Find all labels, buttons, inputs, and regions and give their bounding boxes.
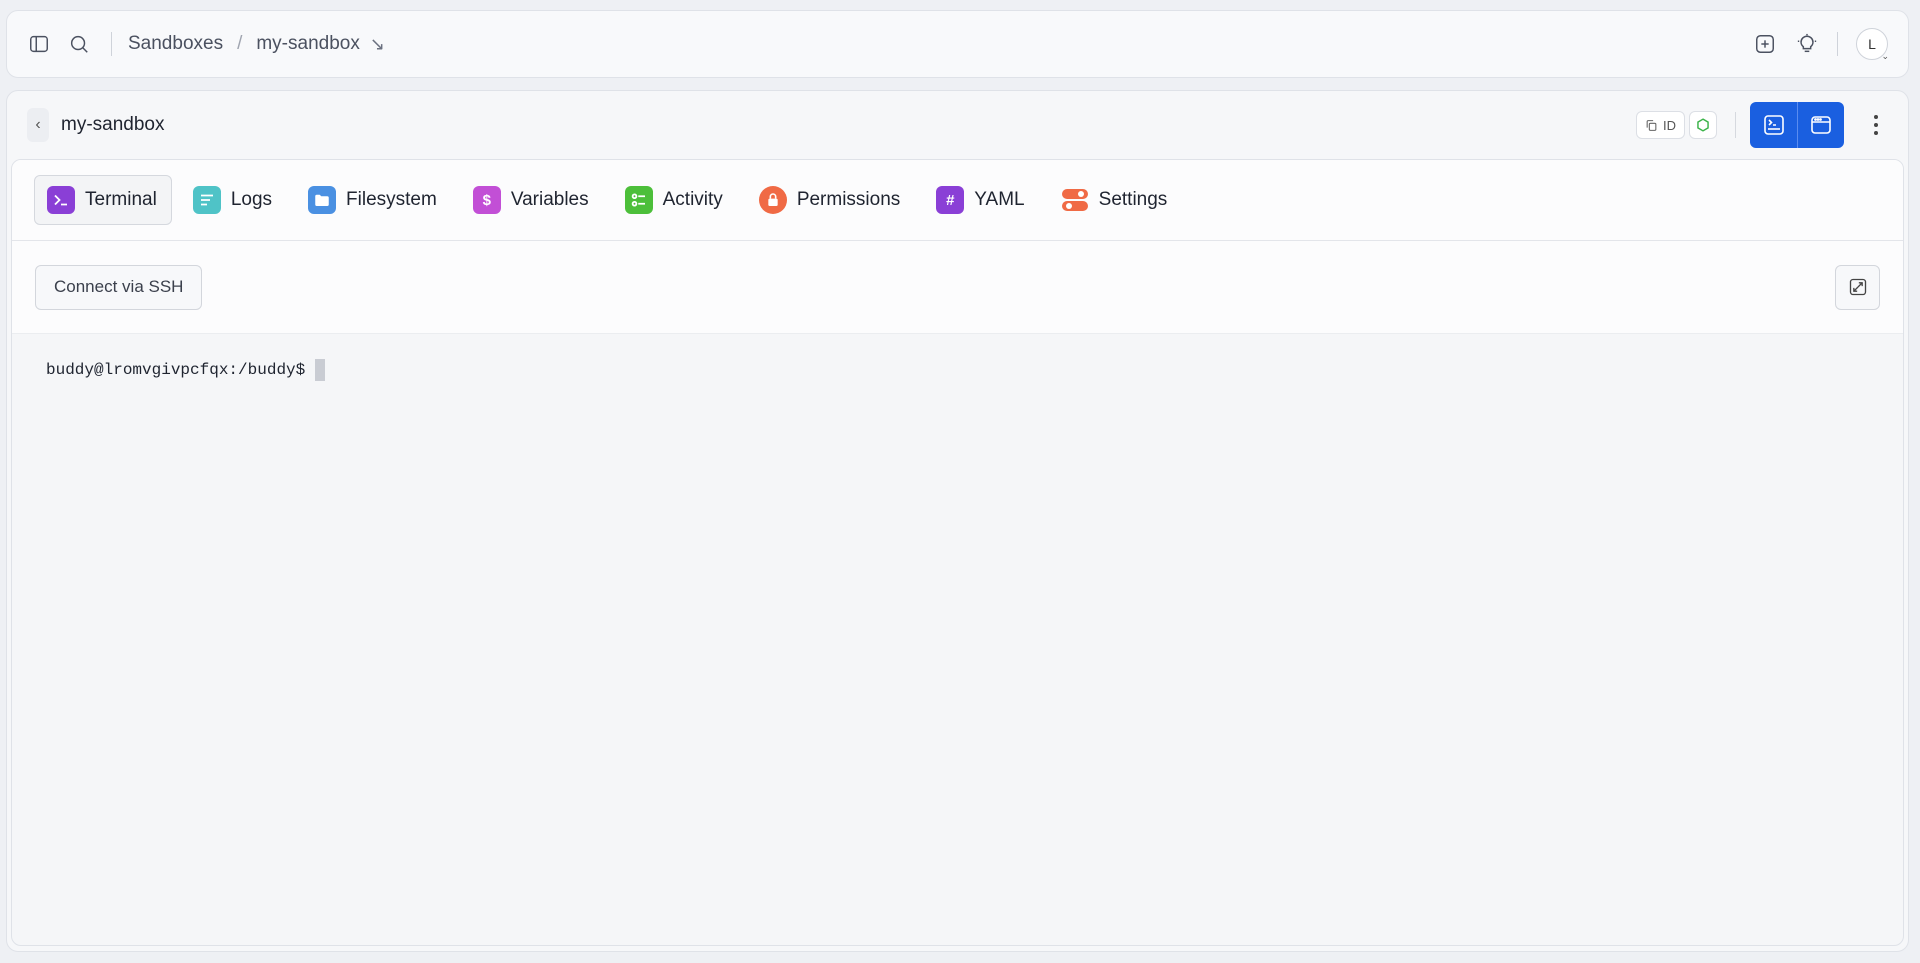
dollar-icon: $ [472,186,501,214]
terminal-toolbar: Connect via SSH [12,241,1903,334]
folder-icon [308,186,337,214]
tab-variables[interactable]: $ Variables [460,175,604,225]
sidebar-toggle-icon[interactable] [27,32,51,56]
avatar[interactable]: L ⌄ [1856,28,1889,61]
terminal-output[interactable]: buddy@lromvgivpcfqx:/buddy$ [12,334,1903,406]
breadcrumb-separator: / [237,33,243,54]
view-switcher [1750,102,1844,148]
tab-filesystem[interactable]: Filesystem [295,175,452,225]
expand-button[interactable] [1835,264,1880,310]
browser-window-icon [1811,116,1831,134]
tab-label: Permissions [796,189,901,210]
divider [111,32,112,56]
hexagon-status-icon [1697,118,1709,132]
terminal-icon [47,186,75,214]
lightbulb-icon[interactable] [1795,32,1819,56]
divider [1735,112,1736,138]
tab-activity[interactable]: Activity [612,175,738,225]
sandbox-panel: ‹ my-sandbox ID Terminal Logs Filesystem… [6,90,1909,952]
status-badge[interactable] [1689,111,1717,139]
breadcrumb-sandboxes[interactable]: Sandboxes [128,33,223,55]
tab-label: Terminal [85,189,157,210]
chevron-down-icon: ⌄ [1881,51,1889,61]
page-title: my-sandbox [61,114,165,135]
search-icon[interactable] [67,32,91,56]
id-label: ID [1663,117,1676,133]
hash-icon: # [936,186,965,214]
tab-bar: Terminal Logs Filesystem $ Variables Act… [12,160,1903,241]
arrow-down-right-icon[interactable]: ↘ [370,34,385,55]
tab-yaml[interactable]: # YAML [923,175,1039,225]
lock-icon [758,186,787,214]
tab-label: YAML [974,189,1025,210]
tab-label: Logs [230,189,273,210]
breadcrumb-current[interactable]: my-sandbox [256,33,360,55]
tab-logs[interactable]: Logs [180,175,287,225]
browser-view-button[interactable] [1797,102,1844,148]
terminal-prompt: buddy@lromvgivpcfqx:/buddy$ [46,361,306,379]
divider [1837,32,1838,56]
logs-icon [192,186,221,214]
panel-header: ‹ my-sandbox ID [7,91,1908,159]
chevron-left-icon: ‹ [35,116,41,133]
activity-icon [624,186,653,214]
tab-label: Activity [662,189,723,210]
tab-permissions[interactable]: Permissions [746,175,915,225]
ssh-icon [1763,115,1784,135]
ssh-terminal-view-button[interactable] [1750,102,1797,148]
copy-icon [1646,119,1657,131]
tab-terminal[interactable]: Terminal [34,175,172,225]
tab-settings[interactable]: Settings [1048,175,1183,225]
add-icon[interactable] [1753,32,1777,56]
copy-id-button[interactable]: ID [1636,111,1685,139]
tab-label: Settings [1098,189,1168,210]
back-button[interactable]: ‹ [27,108,49,142]
avatar-initial: L [1868,36,1876,52]
tab-label: Variables [510,189,589,210]
more-options-icon[interactable] [1864,115,1888,135]
toggles-icon [1061,186,1089,214]
terminal-cursor [315,359,326,381]
tab-label: Filesystem [346,189,437,210]
expand-icon [1849,278,1866,296]
content-area: Terminal Logs Filesystem $ Variables Act… [11,159,1904,946]
connect-ssh-button[interactable]: Connect via SSH [35,264,203,310]
top-bar: Sandboxes / my-sandbox ↘ L ⌄ [6,10,1909,78]
